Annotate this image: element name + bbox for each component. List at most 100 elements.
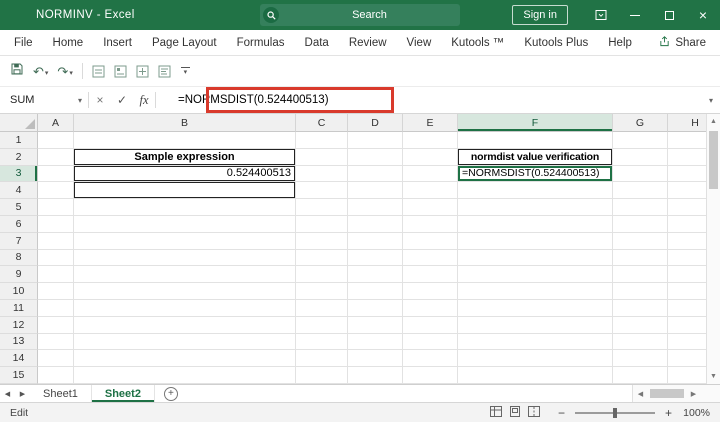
column-header-E[interactable]: E [403, 114, 458, 132]
cell-G6[interactable] [613, 216, 668, 233]
cell-G9[interactable] [613, 266, 668, 283]
cell-C11[interactable] [296, 300, 348, 317]
cell-E6[interactable] [403, 216, 458, 233]
cell-G3[interactable] [613, 166, 668, 183]
cell-E7[interactable] [403, 233, 458, 250]
cancel-icon[interactable]: × [89, 93, 111, 107]
cell-F12[interactable] [458, 317, 613, 334]
close-icon[interactable]: × [686, 0, 720, 30]
maximize-icon[interactable] [652, 0, 686, 30]
minimize-icon[interactable] [618, 0, 652, 30]
cell-C8[interactable] [296, 250, 348, 267]
search-box[interactable]: Search [260, 4, 460, 26]
zoom-slider-thumb[interactable] [613, 408, 617, 418]
cell-B14[interactable] [74, 350, 296, 367]
vertical-scroll-thumb[interactable] [709, 131, 718, 189]
sheet-nav-left-icon[interactable]: ◀ [0, 385, 15, 402]
page-break-preview-icon[interactable] [528, 406, 540, 420]
cell-E11[interactable] [403, 300, 458, 317]
cell-F8[interactable] [458, 250, 613, 267]
cell-F1[interactable] [458, 132, 613, 149]
scroll-down-icon[interactable]: ▼ [710, 369, 717, 384]
cell-D12[interactable] [348, 317, 403, 334]
row-header-9[interactable]: 9 [0, 266, 38, 283]
cell-E4[interactable] [403, 182, 458, 199]
cell-F5[interactable] [458, 199, 613, 216]
cell-D3[interactable] [348, 166, 403, 183]
cell-B4[interactable] [74, 182, 296, 199]
qat-custom-icon-1[interactable] [92, 65, 105, 78]
ribbon-tab-kutools[interactable]: Kutools ™ [441, 30, 514, 55]
qat-custom-icon-4[interactable] [158, 65, 171, 78]
sheet-nav-right-icon[interactable]: ▶ [15, 385, 30, 402]
ribbon-tab-review[interactable]: Review [339, 30, 397, 55]
cell-C14[interactable] [296, 350, 348, 367]
expand-formula-bar-icon[interactable]: ▾ [709, 96, 713, 105]
qat-custom-icon-3[interactable] [136, 65, 149, 78]
cell-G8[interactable] [613, 250, 668, 267]
horizontal-scrollbar[interactable]: ◀ ▶ [632, 385, 720, 402]
cell-F14[interactable] [458, 350, 613, 367]
horizontal-scroll-thumb[interactable] [650, 389, 684, 398]
cell-A5[interactable] [38, 199, 74, 216]
cell-C12[interactable] [296, 317, 348, 334]
cell-H4[interactable] [668, 182, 706, 199]
cell-B5[interactable] [74, 199, 296, 216]
cell-H8[interactable] [668, 250, 706, 267]
cell-E12[interactable] [403, 317, 458, 334]
cell-A7[interactable] [38, 233, 74, 250]
cell-H6[interactable] [668, 216, 706, 233]
cell-D11[interactable] [348, 300, 403, 317]
ribbon-tab-insert[interactable]: Insert [93, 30, 142, 55]
cell-D2[interactable] [348, 149, 403, 166]
cell-B1[interactable] [74, 132, 296, 149]
name-box[interactable]: SUM ▾ [0, 87, 88, 113]
cell-D14[interactable] [348, 350, 403, 367]
cell-C15[interactable] [296, 367, 348, 384]
cell-E9[interactable] [403, 266, 458, 283]
cell-A6[interactable] [38, 216, 74, 233]
ribbon-tab-formulas[interactable]: Formulas [227, 30, 295, 55]
ribbon-tab-kutools-plus[interactable]: Kutools Plus [514, 30, 598, 55]
cell-F7[interactable] [458, 233, 613, 250]
cell-G14[interactable] [613, 350, 668, 367]
formula-input[interactable]: =NORMSDIST(0.524400513) [156, 94, 329, 106]
cell-C2[interactable] [296, 149, 348, 166]
column-header-C[interactable]: C [296, 114, 348, 132]
cell-A1[interactable] [38, 132, 74, 149]
zoom-level[interactable]: 100% [682, 407, 710, 419]
redo-button[interactable]: ↷ ▾ [57, 65, 72, 78]
save-button[interactable] [10, 62, 24, 81]
cell-A2[interactable] [38, 149, 74, 166]
cell-E1[interactable] [403, 132, 458, 149]
cell-G5[interactable] [613, 199, 668, 216]
cell-G11[interactable] [613, 300, 668, 317]
row-header-12[interactable]: 12 [0, 317, 38, 334]
row-header-6[interactable]: 6 [0, 216, 38, 233]
cell-C3[interactable] [296, 166, 348, 183]
cell-A15[interactable] [38, 367, 74, 384]
cell-B3[interactable]: 0.524400513 [74, 166, 296, 183]
cell-B2[interactable]: Sample expression [74, 149, 296, 166]
cell-F4[interactable] [458, 182, 613, 199]
sign-in-button[interactable]: Sign in [512, 5, 568, 25]
cell-D8[interactable] [348, 250, 403, 267]
cell-F9[interactable] [458, 266, 613, 283]
cell-C4[interactable] [296, 182, 348, 199]
column-header-B[interactable]: B [74, 114, 296, 132]
cell-F2[interactable]: normdist value verification [458, 149, 613, 166]
row-header-11[interactable]: 11 [0, 300, 38, 317]
zoom-in-button[interactable]: + [665, 406, 672, 420]
cell-C6[interactable] [296, 216, 348, 233]
column-header-F[interactable]: F [458, 114, 613, 132]
select-all-button[interactable] [0, 114, 38, 132]
cell-B10[interactable] [74, 283, 296, 300]
customize-qat-button[interactable]: ▾ [180, 67, 191, 76]
cell-G13[interactable] [613, 334, 668, 351]
row-header-5[interactable]: 5 [0, 199, 38, 216]
enter-icon[interactable]: ✓ [111, 93, 133, 107]
zoom-out-button[interactable]: − [558, 406, 565, 420]
ribbon-tab-help[interactable]: Help [598, 30, 642, 55]
row-header-3[interactable]: 3 [0, 166, 38, 183]
cell-D6[interactable] [348, 216, 403, 233]
